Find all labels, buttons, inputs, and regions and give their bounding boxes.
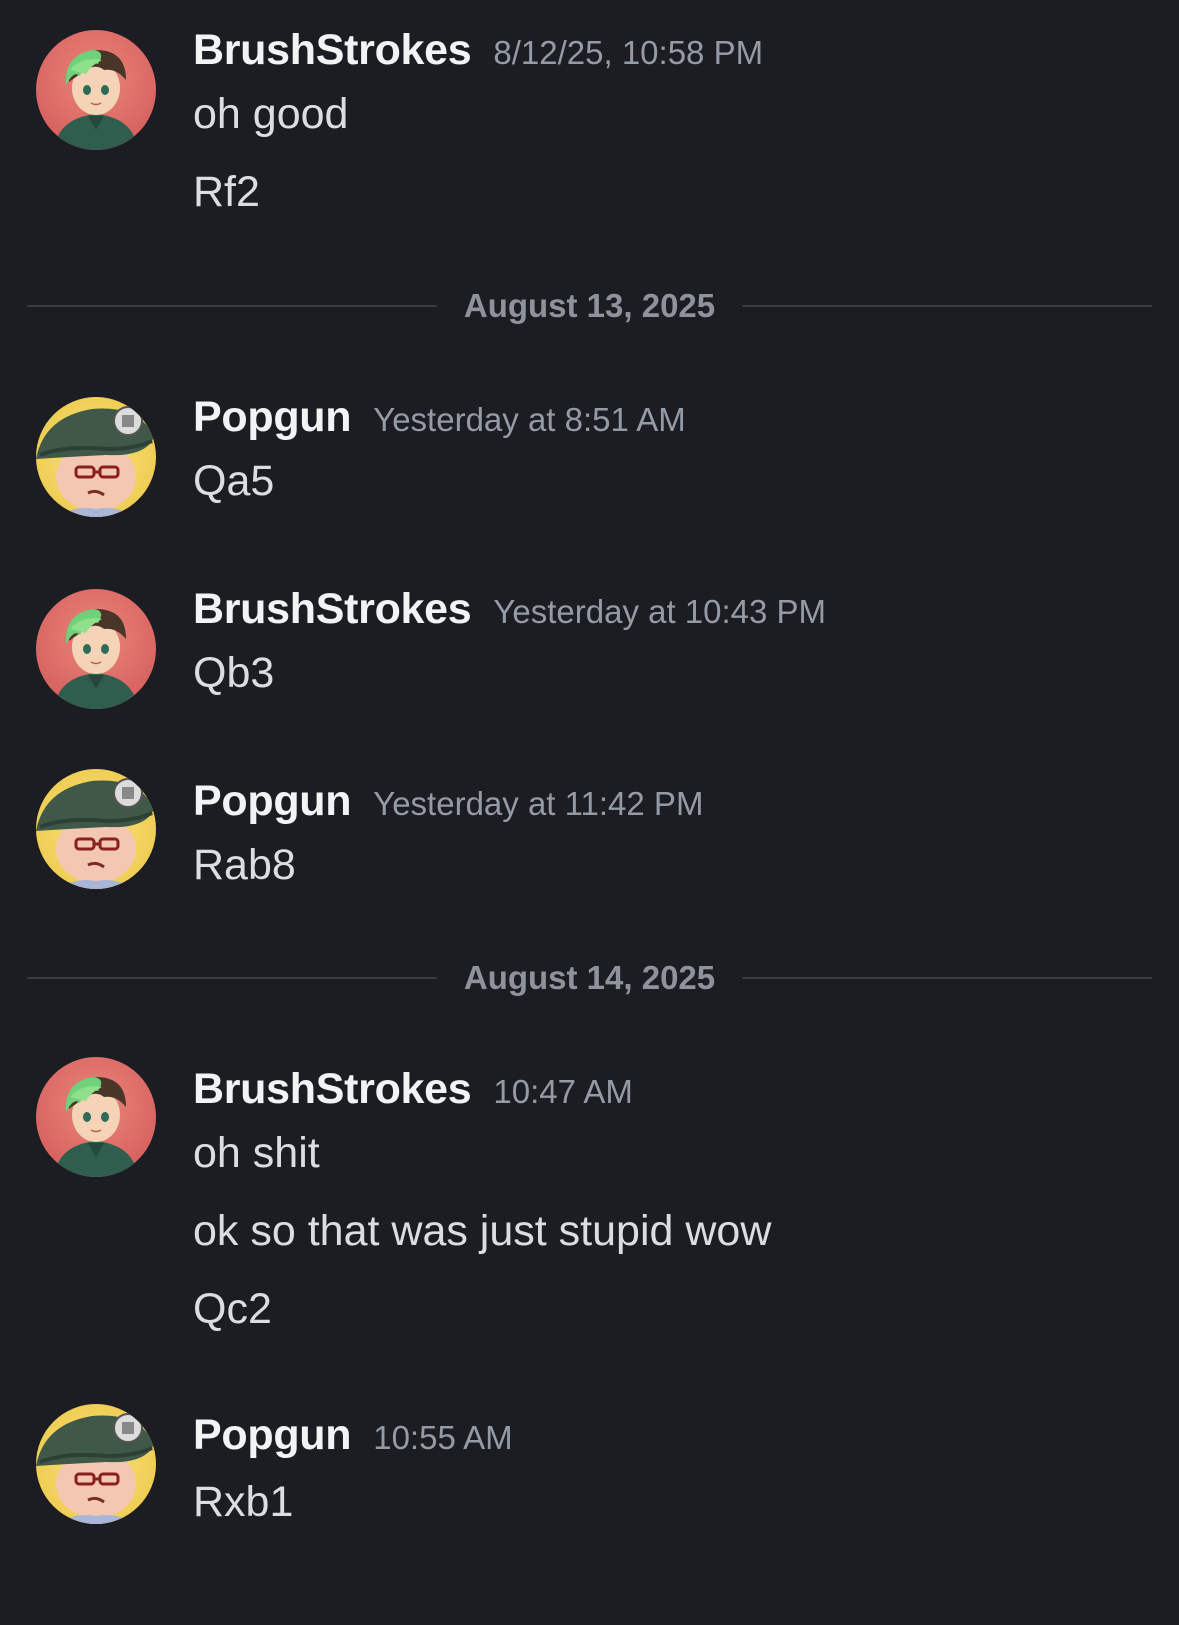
user-avatar[interactable] [36,1057,156,1177]
message-header: BrushStrokes Yesterday at 10:43 PM [193,585,826,634]
user-avatar[interactable] [36,30,156,150]
date-divider: August 13, 2025 [27,284,1152,328]
message-header: Popgun Yesterday at 11:42 PM [193,777,703,826]
green-hair-avatar-icon [36,30,156,150]
user-avatar[interactable] [36,769,156,889]
username[interactable]: Popgun [193,777,352,825]
message-text: Qa5 [193,457,275,505]
message-text: Qc2 [193,1285,272,1333]
beret-avatar-icon [36,1404,156,1524]
message-text: Rxb1 [193,1478,294,1526]
beret-avatar-icon [36,769,156,889]
divider-date: August 14, 2025 [463,959,716,996]
timestamp[interactable]: Yesterday at 11:42 PM [373,785,703,822]
message-text: Rab8 [193,841,296,889]
message-header: Popgun Yesterday at 8:51 AM [193,393,686,442]
username[interactable]: Popgun [193,1411,352,1459]
message-text: ok so that was just stupid wow [193,1207,772,1255]
message-header: BrushStrokes 10:47 AM [193,1065,633,1114]
message-text: Qb3 [193,649,275,697]
username[interactable]: BrushStrokes [193,26,472,74]
divider-date: August 13, 2025 [463,287,716,324]
beret-avatar-icon [36,397,156,517]
username[interactable]: BrushStrokes [193,1065,472,1113]
message-text: oh shit [193,1129,320,1177]
message-text: Rf2 [193,168,260,216]
message-header: BrushStrokes 8/12/25, 10:58 PM [193,26,763,75]
green-hair-avatar-icon [36,589,156,709]
user-avatar[interactable] [36,397,156,517]
timestamp[interactable]: Yesterday at 8:51 AM [373,401,686,438]
message-text: oh good [193,90,349,138]
timestamp[interactable]: 10:47 AM [493,1073,632,1110]
username[interactable]: Popgun [193,393,352,441]
timestamp[interactable]: Yesterday at 10:43 PM [493,593,826,630]
message-header: Popgun 10:55 AM [193,1411,513,1460]
username[interactable]: BrushStrokes [193,585,472,633]
user-avatar[interactable] [36,589,156,709]
green-hair-avatar-icon [36,1057,156,1177]
date-divider: August 14, 2025 [27,956,1152,1000]
user-avatar[interactable] [36,1404,156,1524]
timestamp[interactable]: 10:55 AM [373,1419,512,1456]
timestamp[interactable]: 8/12/25, 10:58 PM [493,34,763,71]
